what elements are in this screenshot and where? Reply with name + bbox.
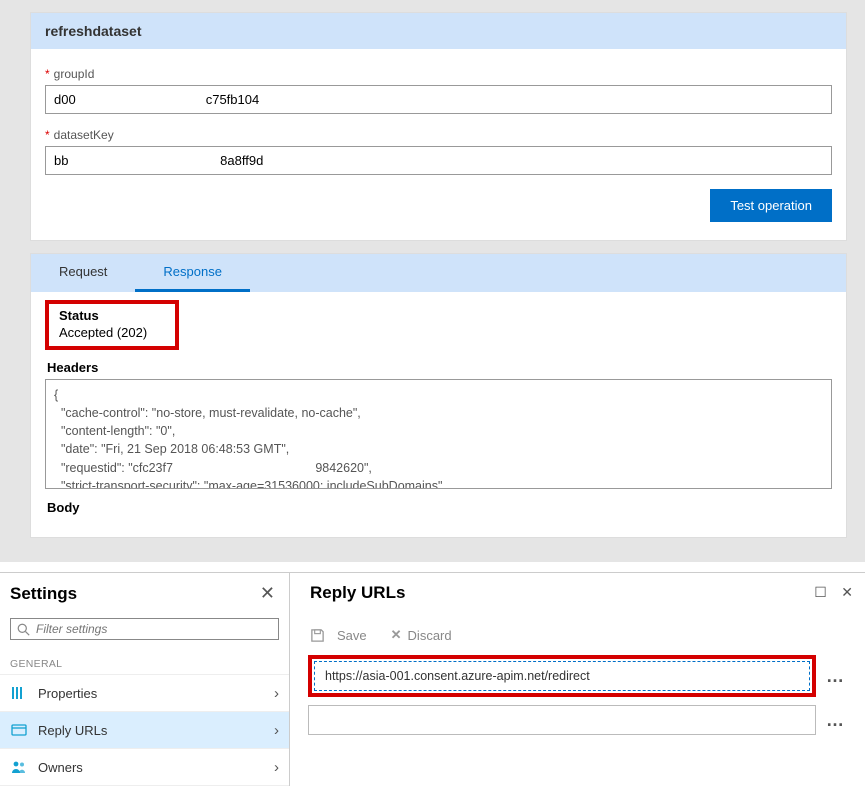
result-tabs: Request Response (31, 254, 846, 292)
close-icon[interactable]: ✕ (841, 584, 853, 600)
reply-toolbar: Save ✕ Discard (308, 609, 855, 655)
nav-item-label: Owners (38, 760, 83, 775)
groupid-input[interactable] (45, 85, 832, 114)
row-menu-button[interactable]: … (816, 666, 855, 687)
status-highlight: Status Accepted (202) (45, 300, 179, 350)
discard-button[interactable]: ✕ Discard (391, 627, 452, 643)
reply-url-row-1: … (308, 655, 855, 697)
reply-url-row-2: … (308, 705, 855, 735)
groupid-label-text: groupId (54, 67, 95, 81)
settings-search-input[interactable] (36, 622, 272, 636)
properties-icon (10, 684, 28, 702)
nav-item-reply-urls[interactable]: Reply URLs › (0, 711, 289, 748)
url-highlight (308, 655, 816, 697)
settings-title: Settings (10, 584, 77, 604)
nav-item-properties[interactable]: Properties › (0, 674, 289, 711)
nav-item-label: Properties (38, 686, 97, 701)
pane-window-controls: ☐ ✕ (804, 584, 853, 602)
chevron-right-icon: › (274, 722, 279, 739)
datasetkey-label-text: datasetKey (54, 128, 114, 142)
api-test-panel: refreshdataset * groupId * datasetKey Test… (0, 0, 865, 562)
operation-card: refreshdataset * groupId * datasetKey Test… (30, 12, 847, 241)
result-card: Request Response Status Accepted (202) H… (30, 253, 847, 538)
chevron-right-icon: › (274, 685, 279, 702)
discard-label: Discard (408, 628, 452, 643)
chevron-right-icon: › (274, 759, 279, 776)
row-menu-button[interactable]: … (816, 710, 855, 731)
owners-icon (10, 758, 28, 776)
datasetkey-input[interactable] (45, 146, 832, 175)
save-button[interactable]: Save (310, 628, 367, 643)
operation-form: * groupId * datasetKey Test operation (31, 49, 846, 240)
settings-search[interactable] (10, 618, 279, 640)
maximize-icon[interactable]: ☐ (814, 584, 827, 600)
operation-title: refreshdataset (31, 13, 846, 49)
reply-urls-pane: Reply URLs ☐ ✕ Save ✕ Discard … (290, 573, 865, 786)
body-label: Body (47, 500, 832, 515)
nav-item-owners[interactable]: Owners › (0, 748, 289, 786)
reply-urls-title: Reply URLs (310, 583, 804, 603)
save-icon (310, 628, 331, 643)
settings-pane: Settings ✕ GENERAL Properties › Reply UR… (0, 573, 290, 786)
datasetkey-label: * datasetKey (45, 128, 832, 142)
nav-item-label: Reply URLs (38, 723, 107, 738)
tab-response[interactable]: Response (135, 254, 250, 292)
close-icon[interactable]: ✕ (260, 583, 275, 604)
test-operation-button[interactable]: Test operation (710, 189, 832, 222)
required-star-icon: * (45, 67, 50, 81)
save-label: Save (337, 628, 367, 643)
headers-label: Headers (47, 360, 832, 375)
groupid-label: * groupId (45, 67, 832, 81)
required-star-icon: * (45, 128, 50, 142)
reply-urls-icon (10, 721, 28, 739)
bottom-split: Settings ✕ GENERAL Properties › Reply UR… (0, 572, 865, 786)
reply-url-input-2[interactable] (308, 705, 816, 735)
tab-request[interactable]: Request (31, 254, 135, 292)
reply-url-input-1[interactable] (314, 661, 810, 691)
settings-group-general: GENERAL (0, 652, 289, 674)
search-icon (17, 623, 30, 636)
status-value: Accepted (202) (59, 325, 147, 340)
status-label: Status (59, 308, 147, 323)
discard-icon: ✕ (391, 627, 402, 643)
headers-textarea[interactable]: { "cache-control": "no-store, must-reval… (45, 379, 832, 489)
